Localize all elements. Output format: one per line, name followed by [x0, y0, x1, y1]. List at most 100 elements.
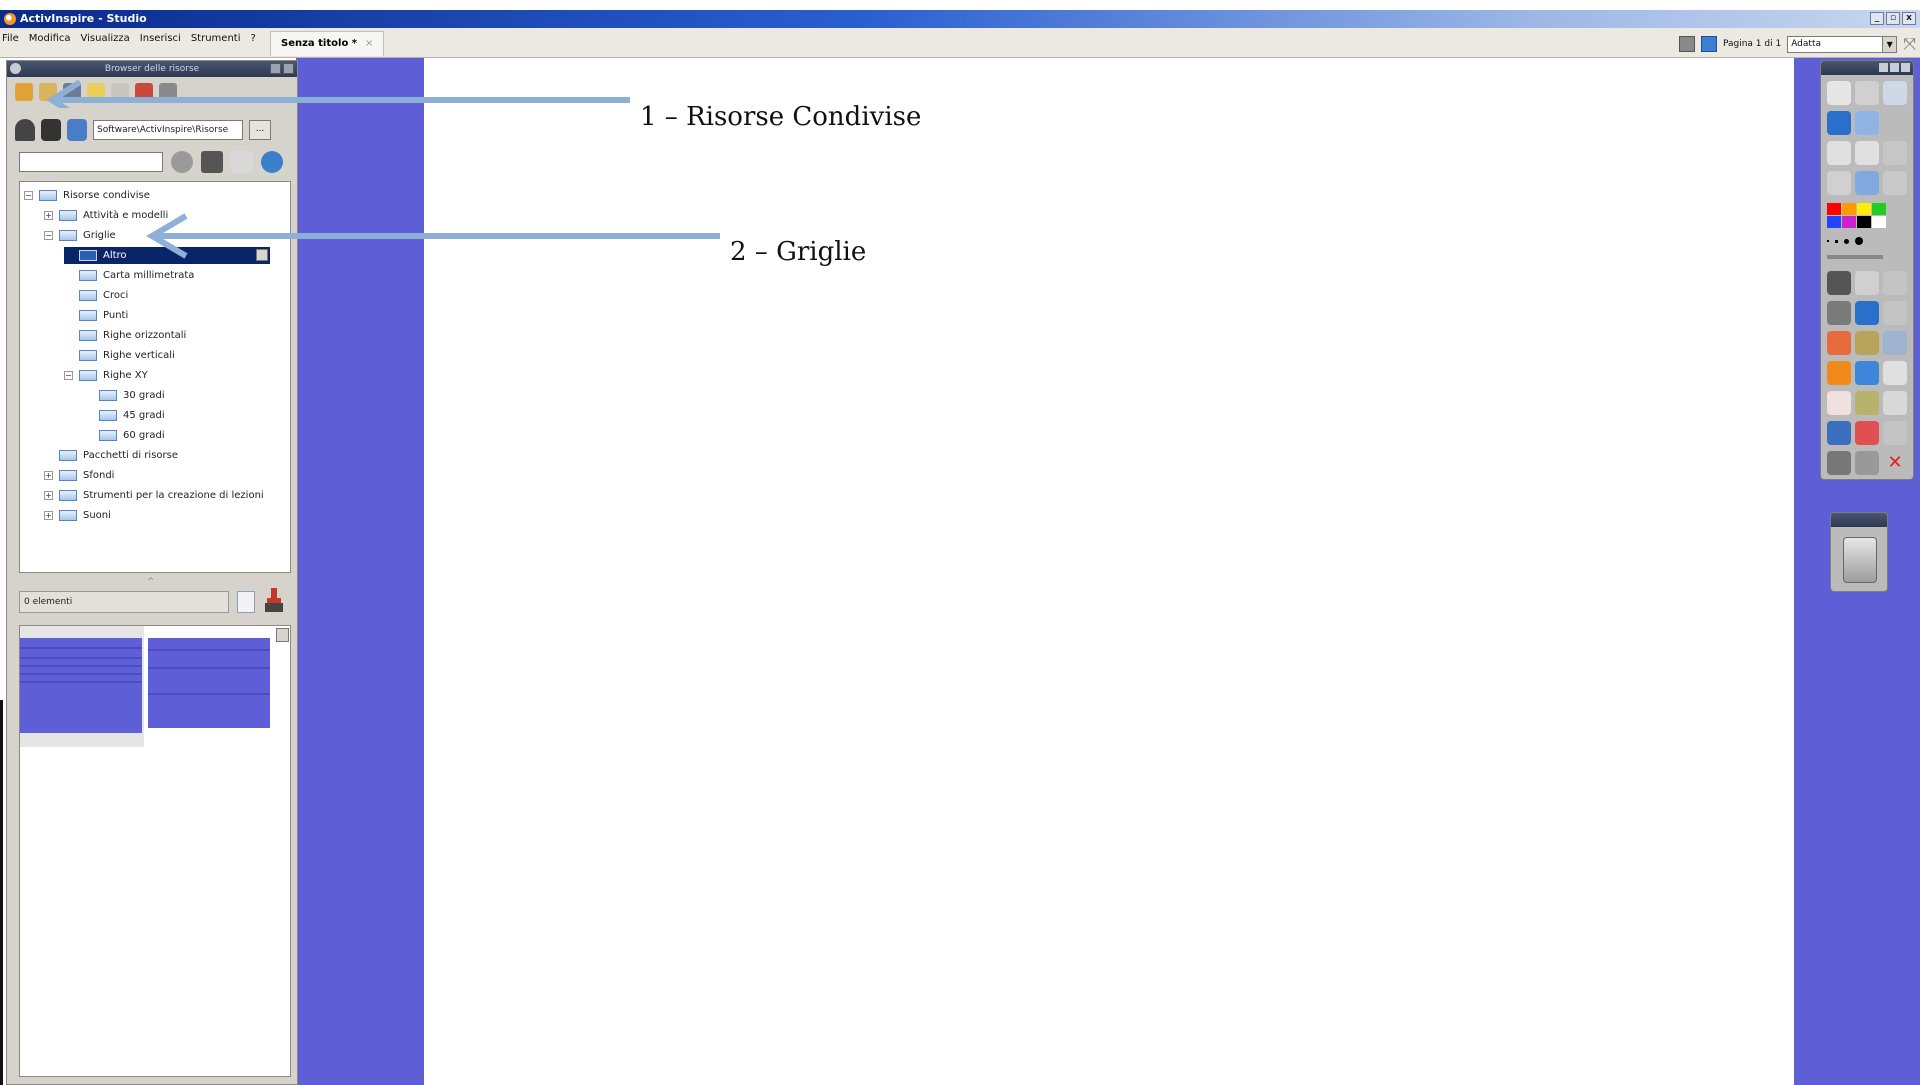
clear-icon[interactable]: [1827, 421, 1851, 445]
network-icon[interactable]: [67, 119, 87, 141]
collapse-icon[interactable]: −: [24, 191, 33, 200]
tree-item-righe-verticali[interactable]: Righe verticali: [64, 347, 175, 364]
tree-item-suoni[interactable]: + Suoni: [44, 507, 111, 524]
color-black-swatch[interactable]: [1857, 216, 1871, 228]
pointer-icon[interactable]: [1883, 141, 1907, 165]
close-icon[interactable]: [1901, 63, 1910, 72]
color-yellow-swatch[interactable]: [1857, 203, 1871, 215]
tree-item-righe-orizzontali[interactable]: Righe orizzontali: [64, 327, 186, 344]
menu-file[interactable]: File: [2, 33, 19, 44]
select-icon[interactable]: [1827, 271, 1851, 295]
tree-item-strumenti-lezioni[interactable]: + Strumenti per la creazione di lezioni: [44, 487, 264, 504]
tree-item-60-gradi[interactable]: 60 gradi: [84, 427, 165, 444]
redo-icon[interactable]: [1855, 451, 1879, 475]
tree-item-carta-millimetrata[interactable]: Carta millimetrata: [64, 267, 194, 284]
pen-icon[interactable]: [1855, 171, 1879, 195]
menu-inserisci[interactable]: Inserisci: [140, 33, 181, 44]
text-icon[interactable]: [1883, 331, 1907, 355]
marker-icon[interactable]: [1855, 301, 1879, 325]
maximize-button[interactable]: ▫: [1886, 12, 1900, 25]
expand-icon[interactable]: ⤧: [1903, 34, 1916, 54]
tools-icon[interactable]: [1855, 271, 1879, 295]
stamp-icon[interactable]: [265, 588, 283, 614]
tree-item-croci[interactable]: Croci: [64, 287, 128, 304]
color-red-swatch[interactable]: [1827, 203, 1841, 215]
pin-icon[interactable]: [1890, 63, 1899, 72]
list-view-icon[interactable]: [237, 591, 255, 613]
tree-item-righe-xy[interactable]: − Righe XY: [64, 367, 148, 384]
close-tab-icon[interactable]: ×: [365, 38, 373, 49]
document-tab[interactable]: Senza titolo * ×: [270, 31, 385, 56]
menu-modifica[interactable]: Modifica: [29, 33, 71, 44]
expand-icon[interactable]: +: [44, 491, 53, 500]
grid-view-icon[interactable]: [201, 151, 223, 173]
color-orange-swatch[interactable]: [1842, 203, 1856, 215]
expand-icon[interactable]: +: [44, 511, 53, 520]
globe-icon[interactable]: [261, 151, 283, 173]
connector-icon[interactable]: [1855, 361, 1879, 385]
zoom-icon[interactable]: [1855, 111, 1879, 135]
scroll-up-icon[interactable]: [276, 628, 289, 642]
shape-icon[interactable]: [1827, 361, 1851, 385]
collapse-icon[interactable]: −: [44, 231, 53, 240]
browser-icon[interactable]: [1827, 111, 1851, 135]
close-icon[interactable]: [283, 63, 294, 74]
fill-icon[interactable]: [1855, 331, 1879, 355]
profiles-icon[interactable]: [1855, 81, 1879, 105]
gear-icon[interactable]: [10, 63, 21, 74]
close-button[interactable]: x: [1902, 12, 1916, 25]
expand-icon[interactable]: +: [44, 471, 53, 480]
color-white-swatch[interactable]: [1872, 216, 1886, 228]
revealer-icon[interactable]: [1855, 391, 1879, 415]
next-page-icon[interactable]: [1855, 141, 1879, 165]
previous-page-icon[interactable]: [1827, 141, 1851, 165]
duplicate-icon[interactable]: [1883, 361, 1907, 385]
undo-icon[interactable]: [1827, 451, 1851, 475]
list-view-icon[interactable]: [231, 151, 253, 173]
tree-item-pacchetti-risorse[interactable]: Pacchetti di risorse: [44, 447, 178, 464]
splitter-handle[interactable]: ^: [147, 577, 155, 587]
width-dot-icon[interactable]: [1855, 237, 1863, 245]
dual-user-icon[interactable]: [1883, 81, 1907, 105]
pen-width-slider[interactable]: [1827, 255, 1883, 259]
main-menu-icon[interactable]: [1827, 81, 1851, 105]
tree-item-griglie[interactable]: − Griglie: [44, 227, 116, 244]
close-icon[interactable]: ✕: [1883, 451, 1907, 475]
thumbnail-grid-1[interactable]: [20, 638, 142, 733]
tree-item-45-gradi[interactable]: 45 gradi: [84, 407, 165, 424]
width-dot-icon[interactable]: [1835, 239, 1838, 243]
tree-item-sfondi[interactable]: + Sfondi: [44, 467, 114, 484]
menu-visualizza[interactable]: Visualizza: [81, 33, 130, 44]
pen-tool-icon[interactable]: [1827, 301, 1851, 325]
trash-bin-icon[interactable]: [1843, 537, 1877, 583]
collapse-icon[interactable]: −: [64, 371, 73, 380]
magic-ink-icon[interactable]: [1827, 391, 1851, 415]
reset-icon[interactable]: [1827, 171, 1851, 195]
eraser-icon[interactable]: [1827, 331, 1851, 355]
thumbnail-grid-2[interactable]: [148, 638, 270, 728]
highlighter-icon[interactable]: [1883, 171, 1907, 195]
tree-item-punti[interactable]: Punti: [64, 307, 128, 324]
delete-icon[interactable]: [1855, 421, 1879, 445]
chevron-down-icon[interactable]: ▼: [1882, 36, 1897, 52]
color-magenta-swatch[interactable]: [1842, 216, 1856, 228]
zoom-select[interactable]: Adatta ▼: [1787, 35, 1898, 53]
tree-item-30-gradi[interactable]: 30 gradi: [84, 387, 165, 404]
browse-path-button[interactable]: ...: [249, 120, 271, 140]
search-go-icon[interactable]: [171, 151, 193, 173]
page-view-icon[interactable]: [1700, 36, 1717, 52]
color-blue-swatch[interactable]: [1827, 216, 1841, 228]
users-icon[interactable]: [41, 119, 61, 141]
my-resources-icon[interactable]: [15, 83, 33, 101]
expand-icon[interactable]: +: [44, 211, 53, 220]
resource-path-field[interactable]: Software\ActivInspire\Risorse: [93, 120, 243, 140]
tree-item-risorse-condivise[interactable]: − Risorse condivise: [24, 187, 150, 204]
search-input[interactable]: [19, 152, 163, 172]
user-icon[interactable]: [15, 119, 35, 141]
menu-help[interactable]: ?: [250, 33, 255, 44]
gear-icon[interactable]: [1879, 63, 1888, 72]
width-dot-icon[interactable]: [1844, 238, 1849, 244]
color-green-swatch[interactable]: [1872, 203, 1886, 215]
menu-strumenti[interactable]: Strumenti: [191, 33, 241, 44]
pin-icon[interactable]: [270, 63, 281, 74]
